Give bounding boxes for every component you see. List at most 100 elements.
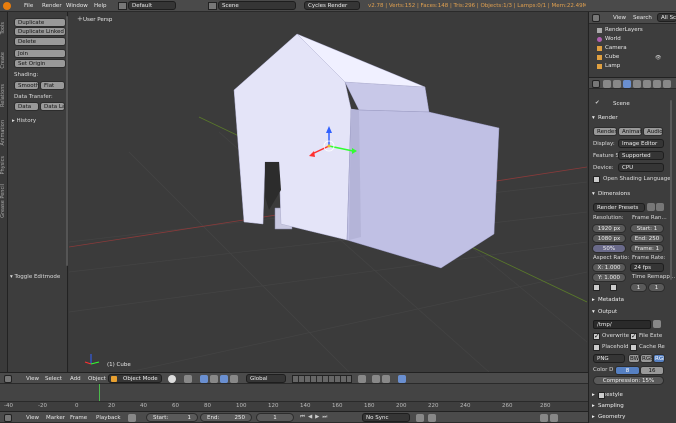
menu-render[interactable]: Render [42,3,62,9]
timeline[interactable]: -40 -20 0 20 40 60 80 100 120 140 160 18… [0,384,588,411]
layers-tab-icon[interactable] [613,80,621,88]
file-format-selector[interactable]: PNG [593,354,625,363]
keyframe-delete-icon[interactable] [550,414,558,422]
start-frame-field[interactable]: Start: 1 [146,413,198,422]
outliner-menu-search[interactable]: Search [633,15,652,21]
sync-selector[interactable]: No Sync [362,413,410,422]
data-layout-button[interactable]: Data Lay [40,102,65,111]
keyframe-insert-icon[interactable] [540,414,548,422]
join-button[interactable]: Join [14,49,66,58]
properties-editor-icon[interactable] [592,80,600,88]
render-engine-selector[interactable]: Cycles Render [304,1,360,10]
snap-target-icon[interactable] [382,375,390,383]
set-origin-dropdown[interactable]: Set Origin [14,59,66,68]
crop-checkbox[interactable] [610,284,617,291]
tl-menu-marker[interactable]: Marker [46,415,65,421]
scene-tab-icon[interactable] [623,80,631,88]
current-frame-field[interactable]: 1 [256,413,294,422]
time-remap-old-field[interactable]: 1 [630,283,647,292]
tab-tools[interactable]: Tools [0,22,6,34]
resolution-x-field[interactable]: 1920 px [592,224,626,233]
3d-viewport[interactable]: User Persp (1) Cube + [69,12,587,372]
tl-menu-playback[interactable]: Playback [96,415,121,421]
timeline-editor-icon[interactable] [4,414,12,422]
data-transfer-button[interactable]: Data [14,102,39,111]
folder-icon[interactable] [653,320,661,328]
menu-file[interactable]: File [24,3,33,9]
time-remap-new-field[interactable]: 1 [648,283,665,292]
frame-start-field[interactable]: Start: 1 [630,224,664,233]
smooth-button[interactable]: Smooth [14,81,39,90]
compression-slider[interactable]: Compression: 15% [593,376,664,385]
aspect-x-field[interactable]: X: 1.000 [592,263,626,272]
resolution-percent-field[interactable]: 50% [592,244,626,253]
animation-button[interactable]: Animation [618,127,642,136]
editor-type-icon[interactable] [4,375,12,383]
keying-icon[interactable] [416,414,424,422]
delete-button[interactable]: Delete [14,37,66,46]
pin-icon[interactable]: ✔ [595,100,600,106]
properties-scrollbar[interactable] [670,100,672,280]
end-frame-field[interactable]: End: 250 [200,413,252,422]
geometry-section-header[interactable]: Geometry [590,412,666,422]
playback-controls[interactable]: ⏮◀▶⏭ [300,414,330,421]
audio-button[interactable]: Audio [643,127,663,136]
scene-selector[interactable]: Scene [218,1,296,10]
shading-icon[interactable] [168,375,176,383]
frame-step-field[interactable]: Frame: 1 [630,244,664,253]
scene-icon[interactable] [208,2,217,10]
file-extensions-checkbox[interactable] [630,332,637,340]
feature-set-selector[interactable]: Supported [618,151,664,160]
outliner-filter-selector[interactable]: All Scenes [657,13,676,22]
render-presets-selector[interactable]: Render Presets [593,203,645,212]
duplicate-linked-button[interactable]: Duplicate Linked [14,27,66,36]
layout-selector[interactable]: Default [128,1,176,10]
menu-window[interactable]: Window [66,3,88,9]
modifiers-tab-icon[interactable] [653,80,661,88]
tab-grease-pencil[interactable]: Grease Pencil [0,184,6,218]
manipulator-toggle-icon[interactable] [200,375,208,383]
proportional-edit-icon[interactable] [358,375,366,383]
scale-icon[interactable] [230,375,238,383]
tl-menu-frame[interactable]: Frame [70,415,87,421]
placeholders-checkbox[interactable] [593,344,600,351]
rotate-icon[interactable] [220,375,228,383]
preview-range-icon[interactable] [128,414,136,422]
tool-shelf-scrollbar[interactable] [66,16,68,266]
preset-add-icon[interactable] [647,203,655,211]
cache-result-checkbox[interactable] [630,344,637,351]
object-tab-icon[interactable] [643,80,651,88]
layout-icon[interactable] [118,2,127,10]
outliner-menu-view[interactable]: View [613,15,626,21]
flat-button[interactable]: Flat [40,81,65,90]
sampling-section-header[interactable]: Sampling [590,401,666,411]
auto-key-icon[interactable] [428,414,436,422]
vp-menu-add[interactable]: Add [70,376,81,382]
rgb-button[interactable]: RGB [640,354,653,363]
depth-8-button[interactable]: 8 [615,366,640,375]
history-panel-header[interactable]: ▸ History [12,118,36,124]
visibility-eye-icon[interactable]: 👁 [655,55,661,61]
translate-icon[interactable] [210,375,218,383]
vp-menu-view[interactable]: View [26,376,39,382]
outliner-editor-icon[interactable] [592,14,600,22]
preset-remove-icon[interactable] [656,203,664,211]
render-tab-icon[interactable] [603,80,611,88]
device-selector[interactable]: CPU [618,163,664,172]
tab-relations[interactable]: Relations [0,84,6,107]
display-selector[interactable]: Image Editor [618,139,664,148]
tab-physics[interactable]: Physics [0,156,6,175]
resolution-y-field[interactable]: 1080 px [592,234,626,243]
toggle-editmode-header[interactable]: ▾ Toggle Editmode [10,274,60,280]
dimensions-section-header[interactable]: Dimensions [590,189,666,199]
pivot-icon[interactable] [184,375,192,383]
metadata-section-header[interactable]: Metadata [590,295,666,305]
rgba-button[interactable]: RGBA [653,354,665,363]
vp-menu-select[interactable]: Select [45,376,62,382]
overwrite-checkbox[interactable] [593,332,600,340]
tl-menu-view[interactable]: View [26,415,39,421]
tab-create[interactable]: Create [0,52,6,69]
blender-logo-icon[interactable] [3,2,11,10]
orientation-selector[interactable]: Global [246,374,286,383]
aspect-y-field[interactable]: Y: 1.000 [592,273,626,282]
